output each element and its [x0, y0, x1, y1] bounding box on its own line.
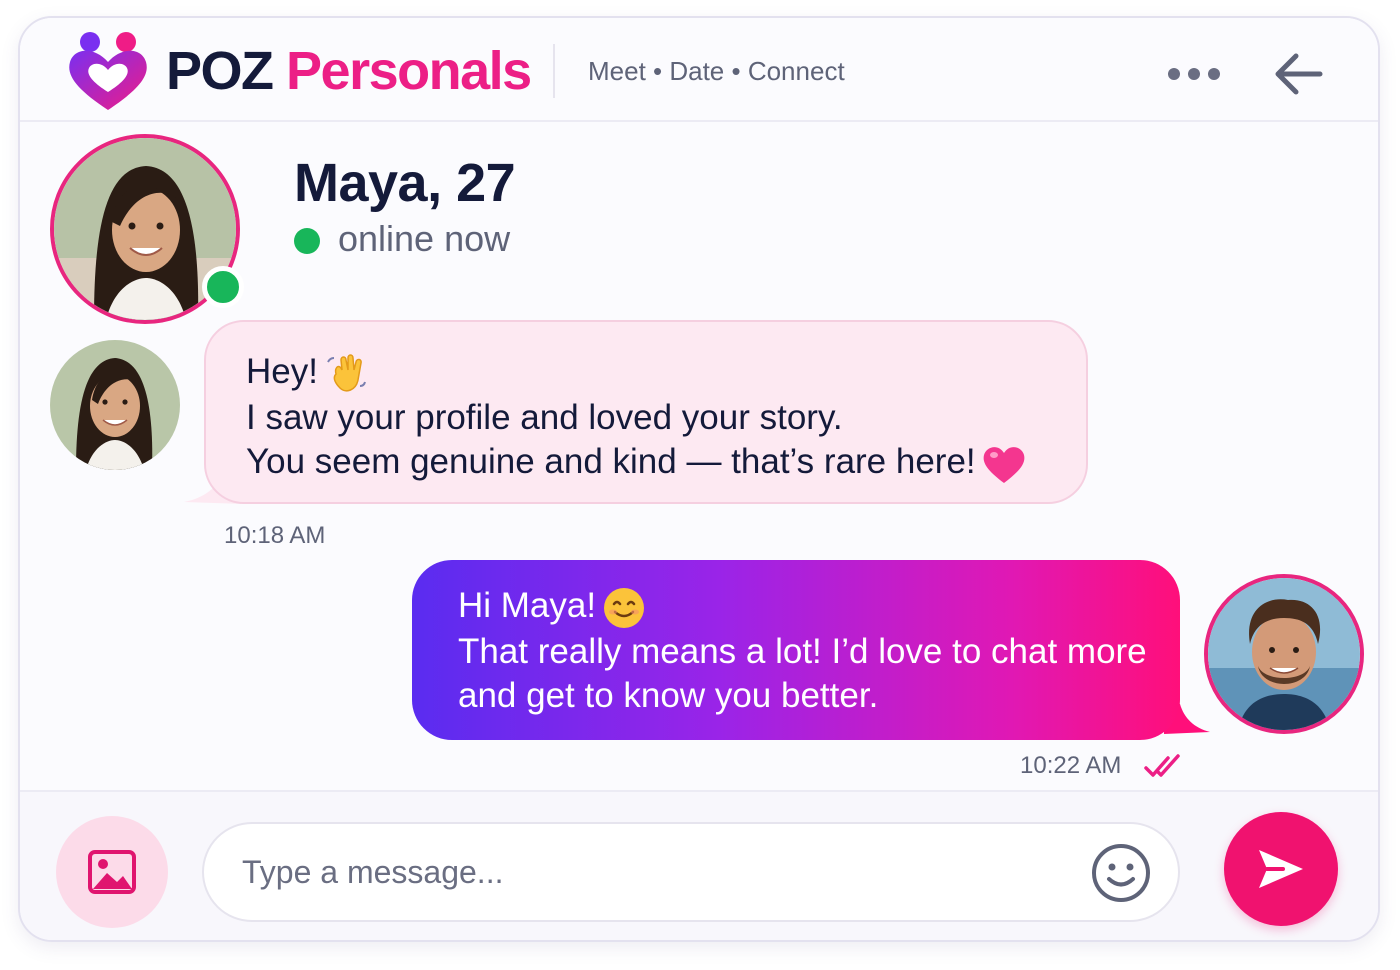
message-line: and get to know you better. [458, 675, 879, 715]
more-dots-icon [1188, 68, 1200, 80]
attach-image-button[interactable] [56, 816, 168, 928]
man-portrait-icon [1208, 578, 1360, 730]
brand-part1: POZ [166, 41, 274, 101]
waving-hand-emoji [327, 354, 366, 392]
chat-window: POZ Personals Meet • Date • Connect Maya… [18, 16, 1380, 942]
message-text: You seem genuine and kind — that’s rare … [246, 441, 976, 481]
incoming-message-bubble: Hey! I saw your profile and loved your s… [204, 320, 1088, 504]
contact-name: Maya, 27 [294, 153, 516, 213]
message-line: I saw your profile and loved your story. [246, 397, 843, 437]
message-line: That really means a lot! I’d love to cha… [458, 631, 1147, 671]
smiley-icon[interactable] [1090, 842, 1152, 904]
arrow-left-icon[interactable] [1268, 48, 1328, 100]
message-input-wrapper [202, 822, 1180, 922]
sender-avatar [50, 340, 180, 470]
pink-heart-emoji [983, 446, 1025, 483]
smiling-face-emoji [604, 587, 645, 628]
woman-portrait-icon [50, 340, 180, 470]
message-composer [20, 790, 1378, 940]
online-indicator [202, 266, 244, 308]
header-divider [553, 44, 555, 98]
send-icon [1259, 850, 1303, 888]
message-text: Hey! [246, 352, 318, 391]
more-dots-icon [1168, 68, 1180, 80]
brand-name: POZ Personals [166, 40, 532, 102]
message-line: You seem genuine and kind — that’s rare … [246, 440, 1046, 485]
status-dot [294, 228, 320, 254]
double-check-icon [1144, 754, 1180, 777]
image-icon [88, 850, 136, 894]
more-options-button[interactable] [1160, 58, 1228, 90]
contact-status: online now [338, 218, 511, 259]
brand-part2: Personals [286, 41, 532, 101]
more-dots-icon [1208, 68, 1220, 80]
app-header: POZ Personals Meet • Date • Connect [20, 18, 1378, 122]
message-input[interactable] [242, 842, 1062, 902]
message-text: Hi Maya! [458, 586, 597, 625]
message-timestamp: 10:22 AM [1020, 752, 1122, 779]
logo-heart-icon [69, 32, 147, 110]
message-timestamp: 10:18 AM [224, 522, 326, 549]
message-line: Hi Maya! [458, 584, 1134, 630]
my-avatar [1204, 574, 1364, 734]
send-button[interactable] [1224, 812, 1338, 926]
message-line: Hey! [246, 350, 1046, 396]
outgoing-message-bubble: Hi Maya! That really means a lot! I’d lo… [412, 560, 1180, 740]
tagline: Meet • Date • Connect [588, 56, 845, 86]
